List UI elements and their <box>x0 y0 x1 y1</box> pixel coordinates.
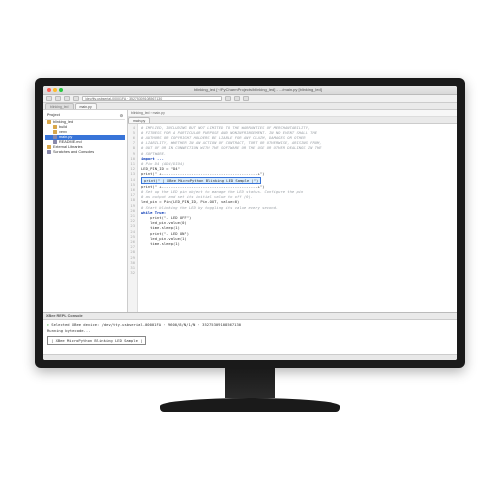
console-running: Running bytecode... <box>47 328 453 334</box>
folder-icon <box>47 120 51 124</box>
main-toolbar: /dev/tty.usbserial-00001FA · 35275309108… <box>43 95 457 103</box>
sidebar-item-label: README.md <box>59 140 82 144</box>
toolbar-button[interactable] <box>73 96 79 101</box>
folder-icon <box>53 130 57 134</box>
highlighted-line: print(" | XBee MicroPython Blinking LED … <box>141 177 261 184</box>
code-lines[interactable]: # IMPLIED, INCLUDING BUT NOT LIMITED TO … <box>138 124 457 312</box>
line-gutter: 4567891011121314151617181920212223242526… <box>128 124 138 312</box>
status-bar <box>43 354 457 360</box>
toolbar-button[interactable] <box>243 96 249 101</box>
sidebar-item-label: main.py <box>59 135 72 139</box>
project-sidebar: Project ⚙ blinking_ledbuildvenvmain.pyRE… <box>43 110 128 312</box>
sidebar-item-label: blinking_led <box>53 120 73 124</box>
toolbar-button[interactable] <box>225 96 231 101</box>
sidebar-title: Project <box>47 113 60 118</box>
console-body[interactable]: ▸Selected XBee device: /dev/tty.usbseria… <box>43 320 457 354</box>
console-tab-label[interactable]: XBee REPL Console <box>43 313 457 320</box>
editor-tab-main[interactable]: main.py <box>128 117 150 123</box>
file-icon <box>53 140 57 144</box>
gear-icon[interactable]: ⚙ <box>120 113 123 118</box>
monitor-stand-base <box>160 398 340 412</box>
toolbar-button[interactable] <box>64 96 70 101</box>
sidebar-item-label: External Libraries <box>53 145 83 149</box>
close-icon[interactable] <box>47 88 51 92</box>
run-button[interactable] <box>234 96 240 101</box>
sidebar-item-label: Scratches and Consoles <box>53 150 94 154</box>
console-panel: XBee REPL Console ▸Selected XBee device:… <box>43 312 457 354</box>
monitor-stand-neck <box>225 368 275 398</box>
tab-project[interactable]: blinking_led <box>45 103 74 109</box>
sidebar-header: Project ⚙ <box>45 112 125 120</box>
sidebar-item-label: venv <box>59 130 67 134</box>
ide-window: blinking_led [~/PyCharmProjects/blinking… <box>43 86 457 360</box>
window-titlebar: blinking_led [~/PyCharmProjects/blinking… <box>43 86 457 95</box>
toolbar-button[interactable] <box>46 96 52 101</box>
file-icon <box>47 150 51 154</box>
file-icon <box>53 135 57 139</box>
window-controls <box>47 88 63 92</box>
editor-area: blinking_led › main.py main.py 456789101… <box>128 110 457 312</box>
console-device: Selected XBee device: /dev/tty.usbserial… <box>51 322 241 327</box>
console-result: | XBee MicroPython Blinking LED Sample | <box>47 336 146 345</box>
folder-icon <box>53 125 57 129</box>
top-tabs: blinking_led main.py <box>43 103 457 110</box>
code-editor[interactable]: 4567891011121314151617181920212223242526… <box>128 124 457 312</box>
toolbar-button[interactable] <box>55 96 61 101</box>
sidebar-item[interactable]: Scratches and Consoles <box>45 150 125 155</box>
editor-tabs: main.py <box>128 117 457 124</box>
tab-main-py[interactable]: main.py <box>75 103 97 109</box>
folder-icon <box>47 145 51 149</box>
breadcrumb[interactable]: blinking_led › main.py <box>128 110 457 117</box>
monitor-frame: blinking_led [~/PyCharmProjects/blinking… <box>35 78 465 423</box>
minimize-icon[interactable] <box>53 88 57 92</box>
device-path-field[interactable]: /dev/tty.usbserial-00001FA · 35275309108… <box>82 96 222 101</box>
play-icon: ▸ <box>47 322 49 327</box>
sidebar-item-label: build <box>59 125 67 129</box>
monitor-bezel: blinking_led [~/PyCharmProjects/blinking… <box>35 78 465 368</box>
window-title: blinking_led [~/PyCharmProjects/blinking… <box>63 87 453 92</box>
main-split: Project ⚙ blinking_ledbuildvenvmain.pyRE… <box>43 110 457 312</box>
